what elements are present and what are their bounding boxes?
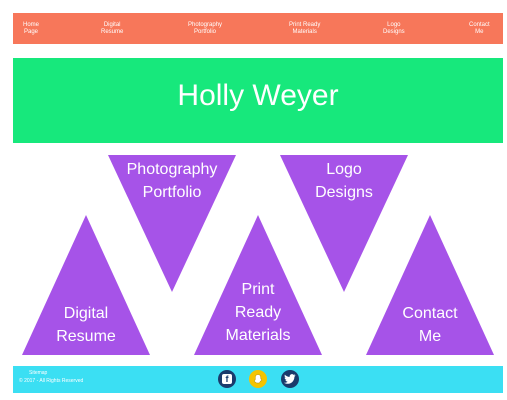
contact-me-label-line1: Contact [402,305,458,322]
logo-designs-label-line2: Designs [315,184,373,201]
twitter-glyph [284,374,296,384]
copyright-text: © 2017 - All Rights Reserved [19,378,84,384]
logo-designs-label-line1: Logo [326,161,362,178]
facebook-icon[interactable]: f [218,370,236,388]
footer-text: Sitemap © 2017 - All Rights Reserved [19,369,83,385]
print-ready-materials-label: Print Ready Materials [226,278,291,347]
footer: Sitemap © 2017 - All Rights Reserved f [13,366,503,393]
print-ready-materials-label-line1: Print [241,281,275,298]
sitemap-link[interactable]: Sitemap [19,369,83,377]
digital-resume-label: Digital Resume [56,302,116,348]
contact-me-label-line2: Me [418,328,442,345]
snapchat-glyph [253,374,263,384]
logo-designs-label: Logo Designs [315,158,373,204]
print-ready-materials-label-line2: Ready [234,304,282,321]
facebook-glyph: f [222,374,232,384]
digital-resume-label-line1: Digital [63,305,109,322]
twitter-icon[interactable] [281,370,299,388]
snapchat-icon[interactable] [249,370,267,388]
print-ready-materials-label-line3: Materials [225,327,291,344]
page: Home Page Digital Resume Photography Por… [0,0,507,400]
contact-me-label: Contact Me [402,302,457,348]
photography-portfolio-label: Photography Portfolio [127,158,218,204]
photography-portfolio-label-line1: Photography [126,161,218,178]
photography-portfolio-label-line2: Portfolio [142,184,202,201]
digital-resume-label-line2: Resume [56,328,116,345]
